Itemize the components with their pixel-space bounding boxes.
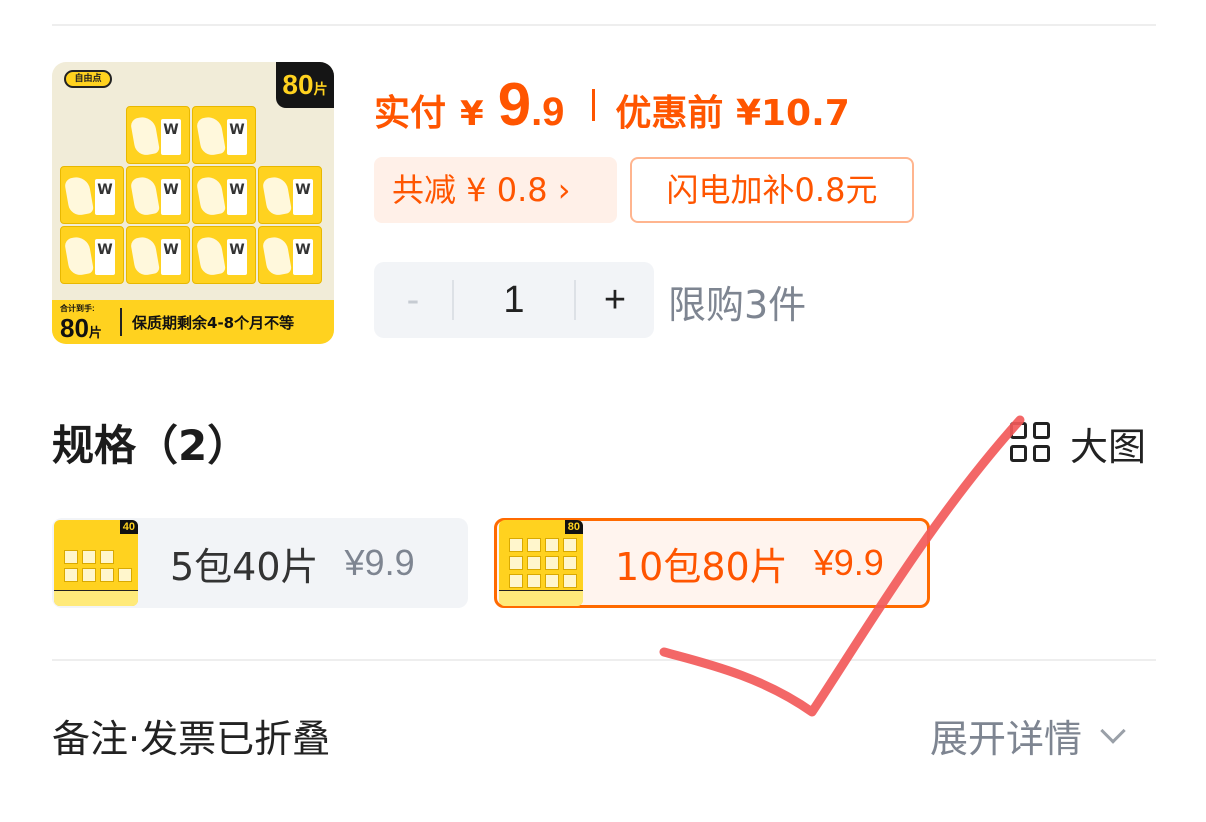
discount-detail-button[interactable]: 共减 ¥ 0.8 › <box>374 157 617 223</box>
notes-invoice-label: 备注·发票已折叠 <box>52 717 331 761</box>
purchase-limit: 限购3件 <box>668 283 807 327</box>
quantity-stepper: - 1 + <box>374 262 654 338</box>
product-pack <box>60 226 124 284</box>
brand-logo: 自由点 <box>64 70 112 88</box>
expand-details-label: 展开详情 <box>930 717 1083 761</box>
product-pack <box>258 226 322 284</box>
spec-option-80[interactable]: 80 10包80片 ¥9.9 <box>494 518 930 608</box>
total-count: 合计到手: 80片 <box>60 304 102 343</box>
spec-thumbnail: 80 <box>499 520 583 606</box>
product-pack <box>192 166 256 224</box>
price-decimal: .9 <box>531 90 565 134</box>
decrease-button[interactable]: - <box>374 279 452 322</box>
subsidy-badge: 闪电加补0.8元 <box>630 157 914 223</box>
product-pack <box>126 166 190 224</box>
spec-price: ¥9.9 <box>813 542 884 583</box>
count-badge: 80片 <box>276 62 334 108</box>
top-divider <box>52 24 1156 26</box>
price-integer: 9 <box>497 71 532 138</box>
increase-button[interactable]: + <box>576 279 654 322</box>
spec-name: 5包40片 <box>170 544 319 589</box>
yen-symbol: ¥ <box>460 94 484 134</box>
big-image-label: 大图 <box>1070 424 1147 469</box>
product-pack <box>126 226 190 284</box>
price-separator <box>592 89 596 121</box>
paid-label: 实付 <box>374 93 447 134</box>
price-row: 实付 ¥ 9 .9 优惠前 ¥10.7 <box>374 70 850 140</box>
chevron-down-icon <box>1100 717 1126 744</box>
product-pack <box>60 166 124 224</box>
section-divider <box>52 659 1156 661</box>
spec-thumbnail: 40 <box>54 520 138 606</box>
expand-details-button[interactable]: 展开详情 <box>930 708 1126 763</box>
original-price: 优惠前 ¥10.7 <box>615 93 850 134</box>
pack-label: 合计到手: 80片 保质期剩余4-8个月不等 <box>52 300 334 344</box>
shelf-life-text: 保质期剩余4-8个月不等 <box>132 313 295 332</box>
product-pack <box>258 166 322 224</box>
product-image[interactable]: 自由点 80片 合计到手: 80片 保质期剩余4-8个月不等 <box>52 62 334 344</box>
spec-price: ¥9.9 <box>344 542 415 583</box>
big-image-toggle[interactable]: 大图 <box>1010 418 1147 469</box>
product-pack <box>192 226 256 284</box>
product-pack <box>126 106 190 164</box>
spec-title: 规格（2） <box>52 421 250 470</box>
product-pack <box>192 106 256 164</box>
spec-name: 10包80片 <box>615 544 788 589</box>
grid-icon <box>1010 422 1052 464</box>
spec-option-40[interactable]: 40 5包40片 ¥9.9 <box>52 518 468 608</box>
quantity-value[interactable]: 1 <box>454 279 574 322</box>
